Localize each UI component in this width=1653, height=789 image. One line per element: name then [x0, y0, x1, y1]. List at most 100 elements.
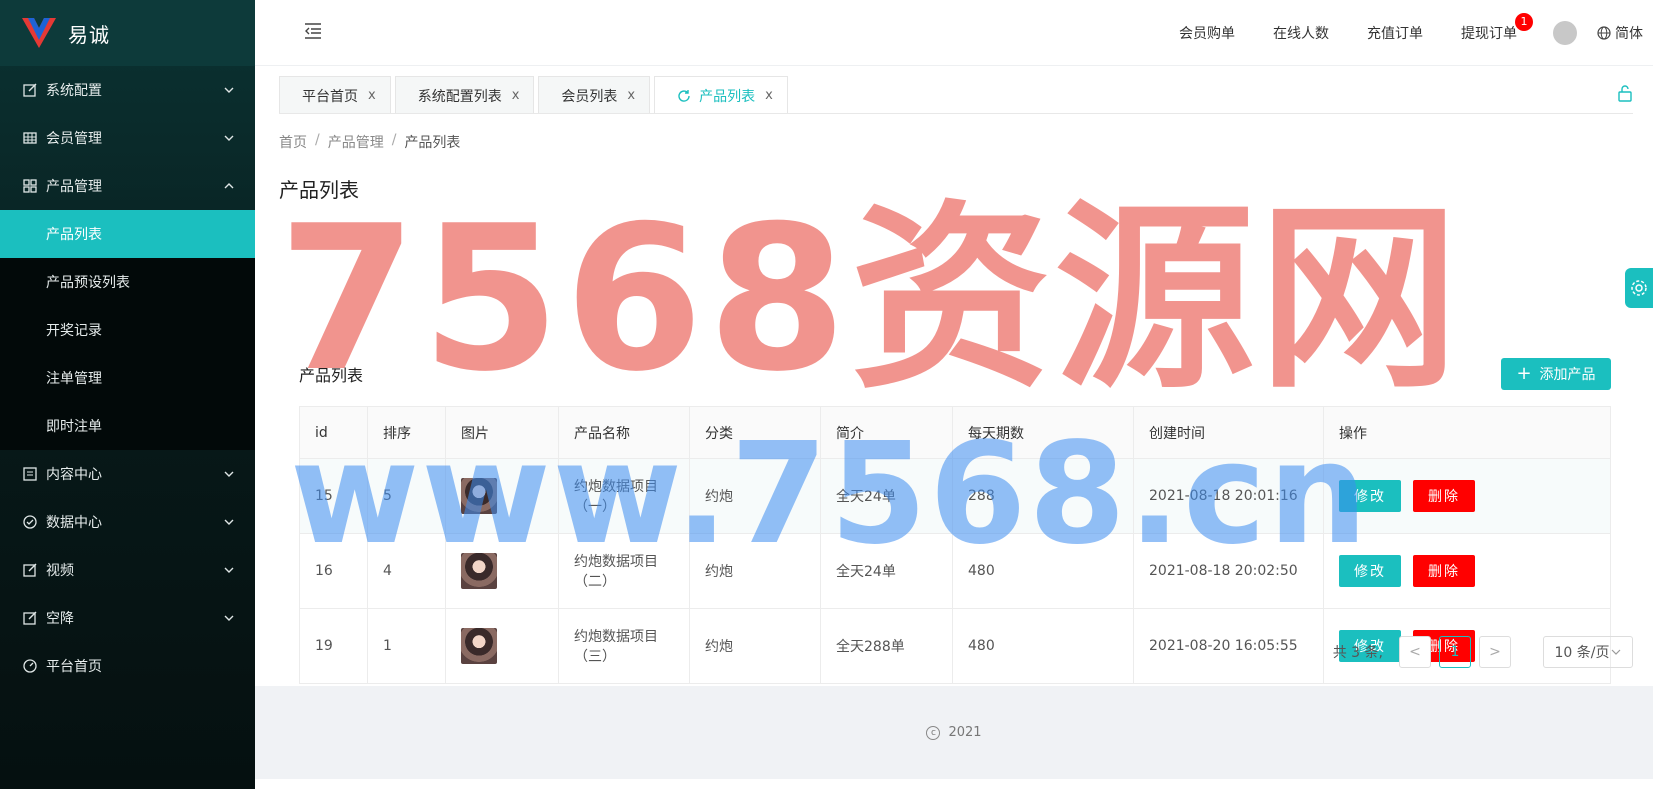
settings-drawer-button[interactable]	[1625, 268, 1653, 308]
tab-member-list[interactable]: 会员列表 x	[538, 76, 651, 114]
cell-intro: 全天24单	[820, 458, 953, 534]
close-icon[interactable]: x	[368, 88, 376, 103]
header-actions: 会员购单 在线人数 充值订单 提现订单 1 简体	[1141, 0, 1643, 66]
cell-image	[445, 608, 559, 684]
sidebar-item-label: 平台首页	[46, 659, 102, 675]
lock-icon[interactable]	[1617, 84, 1633, 102]
header-link-withdraw-orders[interactable]: 提现订单 1	[1461, 13, 1533, 43]
cell-category: 约炮	[689, 608, 821, 684]
name-line: （一）	[574, 499, 616, 515]
sidebar: 易诚 系统配置 会员管理 产品管理 产品列表 产品预设列表 开奖记录 注单管理 …	[0, 0, 255, 789]
col-sort: 排序	[367, 406, 446, 459]
breadcrumb-separator: /	[391, 132, 397, 148]
edit-icon	[22, 82, 38, 98]
sidebar-item-label: 数据中心	[46, 515, 102, 531]
product-thumbnail[interactable]	[461, 478, 497, 514]
edit-button[interactable]: 修改	[1339, 555, 1401, 587]
language-label: 简体	[1615, 26, 1643, 42]
chevron-down-icon	[224, 471, 234, 477]
page-number-current[interactable]: 1	[1439, 636, 1471, 668]
tab-product-list[interactable]: 产品列表 x	[654, 76, 788, 114]
col-category: 分类	[689, 406, 821, 459]
cell-intro: 全天24单	[820, 533, 953, 609]
sidebar-subitem-product-list[interactable]: 产品列表	[0, 210, 255, 258]
pagination-total: 共 3 条,	[1332, 645, 1383, 661]
product-thumbnail[interactable]	[461, 628, 497, 664]
language-switcher[interactable]: 简体	[1597, 23, 1643, 43]
cell-name: 约炮数据项目 （二）	[558, 533, 690, 609]
sidebar-subitem-live-bets[interactable]: 即时注单	[0, 402, 255, 450]
table-row: 16 4 约炮数据项目 （二） 约炮 全天24单 480 2021-08-18 2…	[299, 533, 1611, 609]
cell-image	[445, 533, 559, 609]
tabs-divider	[279, 113, 1633, 114]
add-product-label: 添加产品	[1539, 367, 1596, 383]
sidebar-menu-lower: 内容中心 数据中心 视频 空降 平台首页	[0, 450, 255, 690]
sidebar-subitem-bet-manage[interactable]: 注单管理	[0, 354, 255, 402]
sidebar-item-product-manage[interactable]: 产品管理	[0, 162, 255, 210]
refresh-icon[interactable]	[677, 89, 691, 103]
cell-created: 2021-08-18 20:02:50	[1133, 533, 1324, 609]
card-title: 产品列表	[299, 366, 364, 385]
check-circle-icon	[22, 514, 38, 530]
cell-id: 19	[299, 608, 368, 684]
sidebar-item-label: 空降	[46, 611, 74, 627]
sidebar-subitem-draw-records[interactable]: 开奖记录	[0, 306, 255, 354]
header-link-member-orders[interactable]: 会员购单	[1179, 23, 1235, 43]
menu-toggle-icon[interactable]	[303, 22, 323, 40]
logo[interactable]: 易诚	[0, 0, 255, 66]
sidebar-item-airdrop[interactable]: 空降	[0, 594, 255, 642]
page-size-label: 10 条/页	[1554, 645, 1610, 661]
col-created: 创建时间	[1133, 406, 1324, 459]
cell-category: 约炮	[689, 458, 821, 534]
copyright-icon: c	[926, 725, 941, 740]
name-line: 约炮数据项目	[574, 629, 658, 645]
breadcrumb-parent[interactable]: 产品管理	[328, 132, 384, 152]
list-icon	[22, 466, 38, 482]
delete-button[interactable]: 删除	[1413, 555, 1475, 587]
header-link-recharge-orders[interactable]: 充值订单	[1367, 23, 1423, 43]
withdraw-badge: 1	[1515, 13, 1533, 31]
next-page-button[interactable]: >	[1479, 636, 1511, 668]
edit-button[interactable]: 修改	[1339, 480, 1401, 512]
product-thumbnail[interactable]	[461, 553, 497, 589]
sidebar-item-label: 会员管理	[46, 131, 102, 147]
cell-actions: 修改 删除	[1323, 533, 1611, 609]
table-icon	[22, 130, 38, 146]
sidebar-item-system-config[interactable]: 系统配置	[0, 66, 255, 114]
sidebar-item-video[interactable]: 视频	[0, 546, 255, 594]
tab-system-config-list[interactable]: 系统配置列表 x	[394, 76, 535, 114]
chevron-up-icon	[224, 183, 234, 189]
chevron-down-icon	[224, 615, 234, 621]
sidebar-item-content-center[interactable]: 内容中心	[0, 450, 255, 498]
close-icon[interactable]: x	[765, 88, 773, 103]
delete-button[interactable]: 删除	[1413, 480, 1475, 512]
cell-created: 2021-08-18 20:01:16	[1133, 458, 1324, 534]
gear-icon	[1631, 280, 1647, 296]
add-product-button[interactable]: + 添加产品	[1501, 358, 1611, 390]
page-title: 产品列表	[279, 178, 359, 202]
header-link-online-users[interactable]: 在线人数	[1273, 23, 1329, 43]
edit-icon	[22, 610, 38, 626]
chevron-down-icon	[224, 567, 234, 573]
sidebar-item-member-manage[interactable]: 会员管理	[0, 114, 255, 162]
chevron-down-icon	[224, 135, 234, 141]
main-content: 平台首页 x 系统配置列表 x 会员列表 x 产品列表 x 首页 / 产品管理 …	[255, 66, 1653, 686]
table-header-row: id 排序 图片 产品名称 分类 简介 每天期数 创建时间 操作	[299, 406, 1611, 459]
name-line: 约炮数据项目	[574, 479, 658, 495]
name-line: （二）	[574, 574, 616, 590]
sidebar-subitem-product-preset[interactable]: 产品预设列表	[0, 258, 255, 306]
tab-platform-home[interactable]: 平台首页 x	[279, 76, 391, 114]
avatar[interactable]	[1553, 21, 1577, 45]
page-size-select[interactable]: 10 条/页	[1543, 636, 1633, 668]
cell-name: 约炮数据项目 （一）	[558, 458, 690, 534]
sidebar-item-platform-home[interactable]: 平台首页	[0, 642, 255, 690]
cell-periods: 480	[952, 533, 1134, 609]
close-icon[interactable]: x	[627, 88, 635, 103]
breadcrumb-home[interactable]: 首页	[279, 132, 307, 152]
close-icon[interactable]: x	[512, 88, 520, 103]
dashboard-icon	[22, 658, 38, 674]
col-intro: 简介	[820, 406, 953, 459]
sidebar-item-data-center[interactable]: 数据中心	[0, 498, 255, 546]
prev-page-button[interactable]: <	[1399, 636, 1431, 668]
name-line: （三）	[574, 649, 616, 665]
